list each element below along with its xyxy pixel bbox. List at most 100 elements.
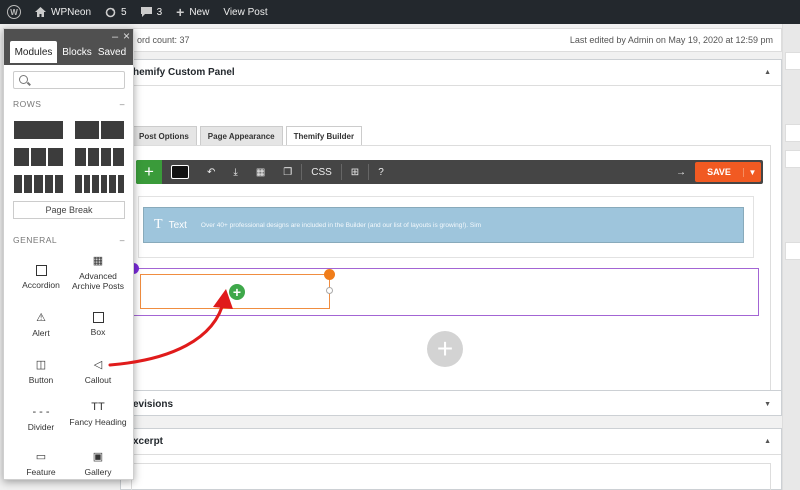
excerpt-header[interactable]: xcerpt ▲ <box>121 429 781 455</box>
module-accordion[interactable]: Accordion <box>11 265 71 290</box>
plus-icon: + <box>176 4 185 20</box>
word-count: ord count: 37 <box>137 35 190 45</box>
themify-custom-panel: hemify Custom Panel ▲ Post Options Page … <box>120 59 782 402</box>
duplicate-icon: ❐ <box>283 166 293 178</box>
sidebar-box[interactable] <box>785 52 800 70</box>
comments-link[interactable]: 3 <box>134 0 170 24</box>
sidebar-box[interactable] <box>785 124 800 142</box>
module-alert[interactable]: ⚠ Alert <box>11 312 71 338</box>
builder-canvas: + ↶ ⤓ ▦ ❐ CSS ⊞ ? → SAVE ▼ T Text Over 4… <box>128 145 771 402</box>
updates-icon <box>105 7 116 17</box>
excerpt-textarea[interactable] <box>131 463 771 490</box>
row-layout-4col[interactable] <box>75 148 124 166</box>
arrow-right-icon: → <box>676 166 686 178</box>
column-add-module-button[interactable]: + <box>229 284 245 300</box>
general-collapse-icon[interactable]: – <box>120 235 125 245</box>
layout-icon: ▦ <box>255 166 266 178</box>
site-name-link[interactable]: WPNeon <box>28 0 98 24</box>
text-module-label: Text <box>168 219 187 231</box>
collapse-up-icon[interactable]: ▲ <box>764 438 771 445</box>
row-layout-1col[interactable] <box>14 121 63 139</box>
column-options-handle[interactable] <box>324 269 335 280</box>
row-layout-2col[interactable] <box>75 121 124 139</box>
sidebar-strip <box>782 24 800 490</box>
megaphone-icon: ◁ <box>93 359 103 371</box>
column-resize-handle[interactable] <box>326 287 333 294</box>
tab-blocks[interactable]: Blocks <box>61 41 93 63</box>
updates-link[interactable]: 5 <box>98 0 134 24</box>
sidebar-box[interactable] <box>785 242 800 260</box>
sidebar-box[interactable] <box>785 150 800 168</box>
rows-section-header[interactable]: ROWS – <box>13 99 125 109</box>
revisions-button[interactable]: ⊞ <box>342 160 368 184</box>
last-edited: Last edited by Admin on May 19, 2020 at … <box>569 35 773 45</box>
tab-modules[interactable]: Modules <box>10 41 57 63</box>
new-label: New <box>189 6 210 18</box>
tab-page-appearance[interactable]: Page Appearance <box>199 126 283 146</box>
archive-grid-icon: ▦ <box>92 255 104 267</box>
css-button[interactable]: CSS <box>302 160 341 184</box>
wordpress-menu[interactable]: W <box>0 0 28 24</box>
tab-post-options[interactable]: Post Options <box>131 126 197 146</box>
wordpress-logo-icon: W <box>7 5 21 19</box>
tab-themify-builder[interactable]: Themify Builder <box>285 126 363 146</box>
module-feature[interactable]: ▭ Feature <box>11 451 71 477</box>
home-icon <box>35 7 46 17</box>
comments-count: 3 <box>156 6 163 18</box>
row-layout-5col[interactable] <box>14 175 64 193</box>
module-box[interactable]: Box <box>68 312 128 337</box>
module-button[interactable]: ◫ Button <box>11 359 71 385</box>
module-callout[interactable]: ◁ Callout <box>68 359 128 385</box>
updates-count: 5 <box>121 6 127 18</box>
revisions-title: evisions <box>133 398 174 410</box>
module-gallery[interactable]: ▣ Gallery <box>68 451 128 477</box>
collapse-up-icon[interactable]: ▲ <box>764 69 771 76</box>
search-icon <box>19 75 28 84</box>
duplicate-button[interactable]: ❐ <box>274 160 301 184</box>
row-layout-3col[interactable] <box>14 148 63 166</box>
general-section-header[interactable]: GENERAL – <box>13 235 125 245</box>
text-module[interactable]: T Text Over 40+ professional designs are… <box>143 207 744 243</box>
layouts-button[interactable]: ▦ <box>247 160 274 184</box>
module-divider[interactable]: - - - Divider <box>11 406 71 432</box>
accordion-icon <box>35 265 47 276</box>
new-content-link[interactable]: + New <box>169 0 216 24</box>
excerpt-panel: xcerpt ▲ <box>120 428 782 490</box>
view-post-link[interactable]: View Post <box>216 0 274 24</box>
panel-header[interactable]: hemify Custom Panel ▲ <box>121 60 781 86</box>
post-status-bar: ord count: 37 Last edited by Admin on Ma… <box>120 28 782 52</box>
revisions-header[interactable]: evisions ▼ <box>121 391 781 417</box>
undo-button[interactable]: ↶ <box>198 160 224 184</box>
page-break-button[interactable]: Page Break <box>13 201 125 219</box>
general-heading: GENERAL <box>13 235 58 245</box>
module-advanced-archive-posts[interactable]: ▦ Advanced Archive Posts <box>68 255 128 291</box>
desktop-view-button[interactable] <box>162 160 198 184</box>
expand-down-icon[interactable]: ▼ <box>764 401 771 408</box>
save-label: SAVE <box>707 167 731 177</box>
module-fancy-heading[interactable]: TT Fancy Heading <box>68 401 128 427</box>
row-layout-6col[interactable] <box>75 175 124 193</box>
excerpt-title: xcerpt <box>133 436 164 447</box>
save-button[interactable]: SAVE ▼ <box>695 162 761 182</box>
module-label: Fancy Heading <box>69 417 127 427</box>
feature-icon: ▭ <box>35 451 47 463</box>
builder-row-active[interactable]: + <box>128 263 759 316</box>
module-label: Box <box>90 327 106 337</box>
module-label: Button <box>28 375 54 385</box>
modules-panel-header[interactable]: – × Modules Blocks Saved <box>4 29 133 65</box>
backend-toggle-button[interactable]: → <box>667 160 695 184</box>
builder-row[interactable]: T Text Over 40+ professional designs are… <box>138 196 754 258</box>
help-button[interactable]: ? <box>369 160 393 184</box>
add-row-button[interactable]: + <box>427 331 463 367</box>
rows-collapse-icon[interactable]: – <box>120 99 125 109</box>
empty-column[interactable]: + <box>140 269 335 309</box>
undo-icon: ↶ <box>207 166 216 178</box>
tab-saved[interactable]: Saved <box>96 41 128 63</box>
revisions-panel: evisions ▼ <box>120 390 782 416</box>
module-search-input[interactable] <box>13 71 125 89</box>
chevron-down-icon[interactable]: ▼ <box>743 167 761 177</box>
import-button[interactable]: ⤓ <box>224 160 246 184</box>
module-label: Callout <box>84 375 112 385</box>
module-label: Advanced Archive Posts <box>72 271 124 291</box>
add-module-button[interactable]: + <box>136 160 162 184</box>
